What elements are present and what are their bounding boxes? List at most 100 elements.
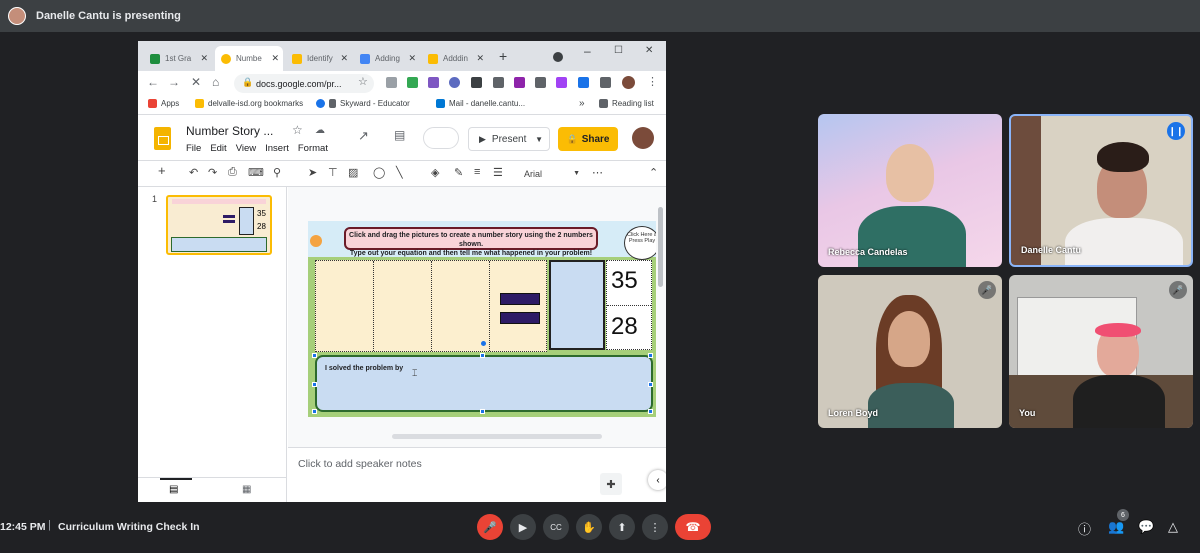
bookmarks-overflow[interactable]: »	[579, 98, 585, 109]
equals-bar[interactable]	[500, 312, 540, 324]
bookmark-mail[interactable]: Mail - danelle.cantu...	[436, 99, 525, 108]
speaker-icon[interactable]	[310, 235, 322, 247]
bookmark-skyward[interactable]: Skyward - Educator	[316, 99, 410, 108]
horizontal-scrollbar[interactable]	[392, 434, 602, 439]
comment-icon[interactable]: ▤	[394, 128, 405, 142]
reading-list[interactable]: Reading list	[599, 99, 654, 108]
resize-handle[interactable]	[480, 353, 485, 358]
bookmark-star-icon[interactable]: ☆	[358, 75, 368, 88]
extension-icon[interactable]	[556, 77, 567, 88]
vertical-scrollbar[interactable]	[658, 207, 663, 287]
explore-icon[interactable]: ✚	[600, 473, 622, 495]
rotate-handle[interactable]	[481, 341, 486, 346]
speaker-notes[interactable]: Click to add speaker notes ✚ ‹	[288, 447, 666, 502]
people-icon[interactable]: 👥	[1108, 519, 1124, 535]
participant-tile[interactable]: Rebecca Candelas	[818, 114, 1002, 267]
resize-handle[interactable]	[312, 353, 317, 358]
border-dash-icon[interactable]: ☰	[493, 166, 503, 179]
more-options-icon[interactable]: ⋯	[592, 166, 603, 179]
shape-icon[interactable]: ◯	[373, 166, 385, 179]
menu-file[interactable]: File	[186, 143, 201, 154]
browser-tab-active[interactable]: Numbe ✕	[215, 46, 283, 71]
puzzle-icon[interactable]	[600, 77, 611, 88]
drop-cell[interactable]	[432, 261, 490, 351]
stop-loading-icon[interactable]: ✕	[191, 75, 201, 89]
star-icon[interactable]: ☆	[292, 123, 303, 137]
fill-color-icon[interactable]: ◈	[431, 166, 439, 179]
browser-tab[interactable]: 1st Gra ✕	[144, 46, 212, 71]
browser-tab[interactable]: Adddin ✕	[422, 46, 488, 71]
play-bubble[interactable]: Click Here a Press Play	[624, 226, 656, 260]
account-avatar[interactable]	[632, 127, 654, 149]
chevron-down-icon[interactable]: ▼	[535, 135, 543, 144]
menu-format[interactable]: Format	[298, 143, 328, 154]
tab-search-icon[interactable]	[553, 52, 563, 62]
pdf-extension-icon[interactable]	[514, 77, 525, 88]
new-tab-button[interactable]: +	[499, 48, 507, 64]
redo-icon[interactable]: ↷	[208, 166, 217, 179]
drop-cell[interactable]	[374, 261, 432, 351]
extension-icon[interactable]	[386, 77, 397, 88]
document-title[interactable]: Number Story ...	[186, 124, 273, 138]
bookmark-apps[interactable]: Apps	[148, 99, 179, 108]
close-icon[interactable]: ✕	[271, 53, 279, 64]
bookmark-folder[interactable]: delvalle-isd.org bookmarks	[195, 99, 303, 108]
extension-icon[interactable]	[449, 77, 460, 88]
google-slides-logo[interactable]	[154, 127, 171, 150]
minimize-icon[interactable]: –	[584, 44, 591, 58]
mute-tab-icon[interactable]	[471, 77, 482, 88]
resize-handle[interactable]	[648, 409, 653, 414]
drop-cell[interactable]	[316, 261, 374, 351]
resize-handle[interactable]	[312, 382, 317, 387]
text-box-icon[interactable]: ⊤	[328, 166, 338, 179]
url-field[interactable]: 🔒 docs.google.com/pr...	[234, 74, 374, 93]
font-select[interactable]: Arial ▼	[518, 165, 584, 182]
meet-call-button[interactable]	[423, 127, 459, 149]
end-call-button[interactable]: ☎	[675, 514, 711, 540]
chat-icon[interactable]: 💬	[1138, 519, 1154, 535]
menu-edit[interactable]: Edit	[210, 143, 226, 154]
browser-tab[interactable]: Identify ✕	[286, 46, 352, 71]
more-options-button[interactable]: ⋮	[642, 514, 668, 540]
line-icon[interactable]: ╲	[396, 166, 403, 179]
activities-icon[interactable]: △	[1168, 519, 1178, 535]
paint-format-icon[interactable]: ⌨	[248, 166, 264, 179]
equals-bar[interactable]	[500, 293, 540, 305]
border-weight-icon[interactable]: ≡	[474, 166, 480, 178]
close-icon[interactable]: ✕	[200, 53, 208, 64]
profile-avatar[interactable]	[622, 76, 635, 89]
resize-handle[interactable]	[648, 382, 653, 387]
close-icon[interactable]: ✕	[408, 53, 416, 64]
filmstrip-view-icon[interactable]: ▤	[169, 484, 178, 495]
answer-box[interactable]	[549, 260, 605, 350]
participant-tile-speaking[interactable]: ❙❙ Danelle Cantu	[1009, 114, 1193, 267]
share-button[interactable]: 🔒 Share	[558, 127, 618, 151]
resize-handle[interactable]	[480, 409, 485, 414]
extension-icon[interactable]	[407, 77, 418, 88]
slide[interactable]: Click and drag the pictures to create a …	[308, 221, 656, 417]
camera-button[interactable]: ▶	[510, 514, 536, 540]
resize-handle[interactable]	[648, 353, 653, 358]
mic-off-button[interactable]: 🎤	[477, 514, 503, 540]
forward-icon[interactable]: →	[168, 75, 180, 89]
maximize-icon[interactable]: ☐	[614, 45, 623, 56]
slide-thumbnail-selected[interactable]: 35 28	[166, 195, 272, 255]
collapse-toolbar-icon[interactable]: ⌃	[649, 166, 658, 179]
image-icon[interactable]: ▨	[348, 166, 358, 179]
menu-insert[interactable]: Insert	[265, 143, 289, 154]
present-button[interactable]: ▶ Present ▼	[468, 127, 550, 151]
print-icon[interactable]: ⎙	[228, 166, 237, 179]
more-vert-icon[interactable]: ⋮	[647, 75, 658, 88]
participant-tile[interactable]: 🎤 Loren Boyd	[818, 275, 1002, 428]
extension-icon[interactable]	[493, 77, 504, 88]
captions-button[interactable]: CC	[543, 514, 569, 540]
solve-text-box[interactable]: I solved the problem by ⌶	[315, 355, 653, 412]
resize-handle[interactable]	[312, 409, 317, 414]
browser-tab[interactable]: Adding ✕	[354, 46, 420, 71]
activity-trend-icon[interactable]: ↗	[358, 128, 369, 144]
close-icon[interactable]: ✕	[476, 53, 484, 64]
zoom-icon[interactable]: ⚲	[273, 166, 281, 179]
window-close-icon[interactable]: ✕	[645, 45, 653, 56]
meeting-details-icon[interactable]: ⓘ	[1078, 519, 1091, 538]
extension-icon[interactable]	[578, 77, 589, 88]
